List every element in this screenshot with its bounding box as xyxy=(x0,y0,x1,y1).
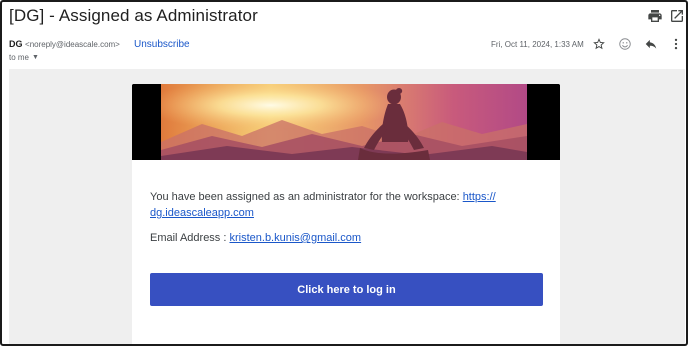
unsubscribe-link[interactable]: Unsubscribe xyxy=(134,39,190,50)
recipient-label: to me xyxy=(9,53,30,62)
print-icon[interactable] xyxy=(647,8,663,24)
meditation-banner-image xyxy=(132,84,560,160)
recipient-details-toggle[interactable]: to me ▼ xyxy=(9,53,39,62)
sender: DG <noreply@ideascale.com> xyxy=(9,39,120,49)
email-subject: [DG] - Assigned as Administrator xyxy=(9,6,258,25)
email-address-link[interactable]: kristen.b.kunis@gmail.com xyxy=(229,232,361,244)
sender-name: DG xyxy=(9,39,23,49)
sender-email: <noreply@ideascale.com> xyxy=(25,40,120,49)
assignment-text: You have been assigned as an administrat… xyxy=(150,191,463,203)
email-card: You have been assigned as an administrat… xyxy=(132,84,560,344)
login-button[interactable]: Click here to log in xyxy=(150,273,543,306)
email-date: Fri, Oct 11, 2024, 1:33 AM xyxy=(491,40,584,49)
email-address-line: Email Address : kristen.b.kunis@gmail.co… xyxy=(150,232,361,244)
email-address-label: Email Address : xyxy=(150,232,230,244)
assignment-message: You have been assigned as an administrat… xyxy=(150,189,550,221)
emoji-reaction-icon[interactable] xyxy=(618,37,632,51)
open-in-new-window-icon[interactable] xyxy=(669,8,685,24)
caret-down-icon: ▼ xyxy=(32,54,39,61)
email-window: [DG] - Assigned as Administrator DG <nor… xyxy=(0,0,688,346)
more-vert-icon[interactable] xyxy=(669,37,683,51)
workspace-link-part-2: dg.ideascaleapp.com xyxy=(150,207,254,219)
star-icon[interactable] xyxy=(592,37,606,51)
workspace-link-part-1: https:// xyxy=(462,191,496,203)
reply-icon[interactable] xyxy=(644,37,658,51)
